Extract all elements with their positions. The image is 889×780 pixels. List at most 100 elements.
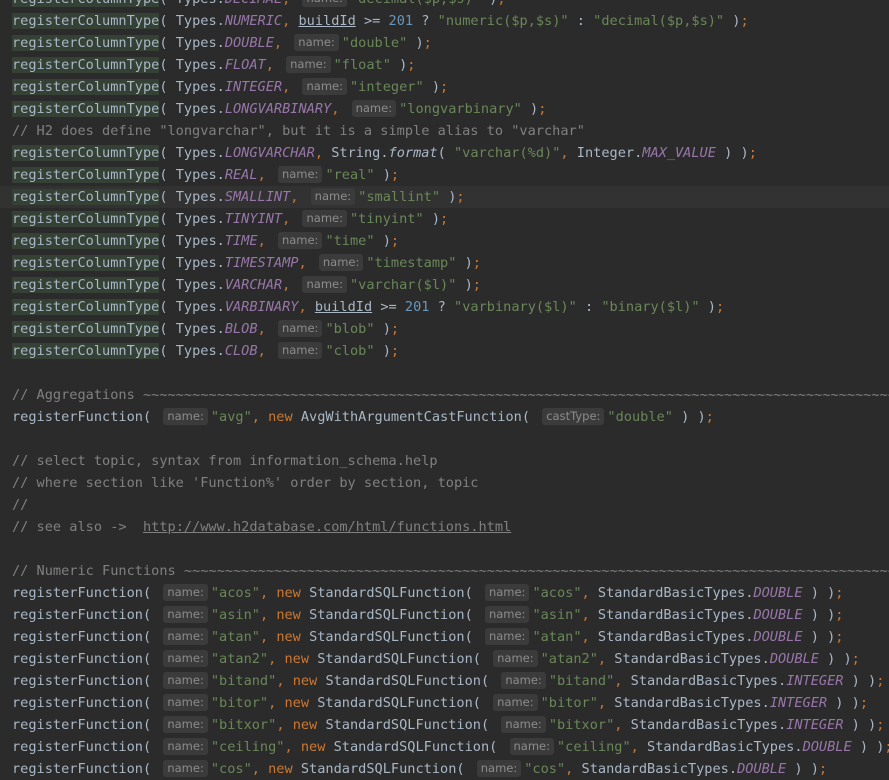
string-literal: "cos": [210, 761, 252, 777]
parenthesis: ): [521, 101, 539, 117]
code-line[interactable]: registerColumnType( Types.NUMERIC, build…: [0, 10, 889, 32]
class-name: Types: [176, 0, 217, 7]
constant-field: DOUBLE: [224, 35, 274, 51]
code-line[interactable]: registerFunction( name: "acos", new Stand…: [0, 582, 889, 604]
string-literal: "numeric($p,$s)": [437, 13, 569, 29]
code-line[interactable]: // where section like 'Function%' order …: [0, 472, 889, 494]
operator: >=: [372, 299, 405, 315]
code-line[interactable]: registerColumnType( Types.BLOB, name: "bl…: [0, 318, 889, 340]
parenthesis: (: [159, 79, 176, 95]
method-name: registerColumnType: [12, 321, 160, 337]
constant-field: DOUBLE: [753, 607, 803, 623]
operator: ?: [429, 299, 455, 315]
method-name: registerFunction: [12, 607, 143, 623]
parameter-hint: name:: [351, 100, 397, 117]
parenthesis: (: [159, 0, 175, 7]
class-name: Types: [175, 189, 217, 205]
constant-field: DOUBLE: [753, 585, 803, 601]
punctuation: ;: [884, 739, 889, 755]
parenthesis: ): [390, 57, 408, 73]
code-editor[interactable]: registerColumnType( Types.DECIMAL, name:…: [0, 0, 889, 780]
code-line[interactable]: registerFunction( name: "bitxor", new Sta…: [0, 714, 889, 736]
parenthesis: ) ): [818, 651, 852, 667]
code-line[interactable]: // H2 does define "longvarchar", but it …: [0, 120, 889, 142]
keyword: new: [300, 739, 334, 755]
code-line[interactable]: // Numeric Functions ~~~~~~~~~~~~~~~~~~~…: [0, 560, 889, 582]
punctuation: ,: [276, 717, 293, 733]
keyword: new: [276, 629, 310, 645]
constant-field: BLOB: [224, 321, 258, 337]
comment: // select topic, syntax from information…: [12, 453, 438, 469]
constant-field: DOUBLE: [753, 629, 803, 645]
code-line[interactable]: // select topic, syntax from information…: [0, 450, 889, 472]
code-line[interactable]: [0, 428, 889, 450]
code-line[interactable]: registerColumnType( Types.CLOB, name: "cl…: [0, 340, 889, 362]
class-name: StandardSQLFunction: [309, 607, 465, 623]
parameter-hint: name:: [484, 628, 530, 645]
constant-field: INTEGER: [224, 79, 283, 95]
parenthesis: (: [159, 35, 176, 51]
code-line[interactable]: // see also -> http://www.h2database.com…: [0, 516, 889, 538]
parenthesis: (: [480, 673, 498, 689]
parenthesis: (: [142, 673, 160, 689]
string-literal: "real": [325, 167, 375, 183]
string-literal: "float": [333, 57, 391, 73]
parenthesis: ): [423, 79, 441, 95]
parenthesis: (: [159, 13, 176, 29]
code-line[interactable]: registerColumnType( Types.TINYINT, name:…: [0, 208, 889, 230]
code-line[interactable]: //: [0, 494, 889, 516]
parameter-hint: name:: [484, 584, 530, 601]
code-line[interactable]: registerFunction( name: "cos", new Standa…: [0, 758, 889, 780]
code-line[interactable]: registerFunction( name: "bitand", new Sta…: [0, 670, 889, 692]
code-line[interactable]: [0, 362, 889, 384]
parenthesis: ): [699, 299, 716, 315]
dot-operator: .: [761, 695, 770, 711]
class-name: Types: [175, 35, 217, 51]
parenthesis: (: [142, 607, 160, 623]
string-literal: "atan": [532, 629, 582, 645]
code-line[interactable]: registerColumnType( Types.REAL, name: "re…: [0, 164, 889, 186]
code-line[interactable]: registerColumnType( Types.FLOAT, name: "f…: [0, 54, 889, 76]
punctuation: ,: [257, 343, 274, 359]
parenthesis: (: [142, 629, 160, 645]
comment: // Numeric Functions ~~~~~~~~~~~~~~~~~~~…: [12, 563, 889, 579]
code-line[interactable]: registerColumnType( Types.DOUBLE, name: "…: [0, 32, 889, 54]
string-literal: "decimal($p,$s)": [350, 0, 481, 7]
code-line[interactable]: registerColumnType( Types.LONGVARCHAR, S…: [0, 142, 889, 164]
method-name: registerColumnType: [12, 211, 160, 227]
code-line[interactable]: registerFunction( name: "atan", new Stand…: [0, 626, 889, 648]
code-line[interactable]: registerColumnType( Types.LONGVARBINARY,…: [0, 98, 889, 120]
code-line[interactable]: [0, 538, 889, 560]
code-line[interactable]: registerFunction( name: "atan2", new Stan…: [0, 648, 889, 670]
parenthesis: (: [159, 299, 176, 315]
code-line[interactable]: registerFunction( name: "ceiling", new St…: [0, 736, 889, 758]
code-line[interactable]: registerColumnType( Types.VARCHAR, name:…: [0, 274, 889, 296]
code-line[interactable]: registerColumnType( Types.TIMESTAMP, nam…: [0, 252, 889, 274]
parenthesis: ) ): [672, 409, 706, 425]
comment-link[interactable]: http://www.h2database.com/html/functions…: [143, 519, 511, 535]
string-literal: "double": [341, 35, 408, 51]
code-line[interactable]: registerFunction( name: "avg", new AvgWit…: [0, 406, 889, 428]
punctuation: ,: [298, 299, 315, 315]
string-literal: "asin": [210, 607, 260, 623]
code-line[interactable]: registerColumnType( Types.VARBINARY, bui…: [0, 296, 889, 318]
class-name: Types: [175, 167, 217, 183]
string-literal: "atan": [210, 629, 260, 645]
code-line[interactable]: registerColumnType( Types.INTEGER, name:…: [0, 76, 889, 98]
parenthesis: (: [142, 651, 160, 667]
parenthesis: ): [724, 13, 741, 29]
punctuation: ;: [390, 343, 400, 359]
code-line[interactable]: registerFunction( name: "bitor", new Stan…: [0, 692, 889, 714]
code-line[interactable]: registerFunction( name: "asin", new Stand…: [0, 604, 889, 626]
method-name: registerFunction: [12, 409, 143, 425]
punctuation: ;: [390, 321, 400, 337]
keyword: new: [284, 651, 318, 667]
punctuation: ,: [265, 57, 283, 73]
parenthesis: (: [437, 145, 454, 161]
code-line[interactable]: // Aggregations ~~~~~~~~~~~~~~~~~~~~~~~~…: [0, 384, 889, 406]
method-name: registerColumnType: [12, 0, 160, 7]
code-line[interactable]: registerColumnType( Types.SMALLINT, name…: [0, 186, 889, 208]
punctuation: ,: [284, 739, 301, 755]
code-line[interactable]: registerColumnType( Types.TIME, name: "ti…: [0, 230, 889, 252]
code-line[interactable]: registerColumnType( Types.DECIMAL, name:…: [0, 0, 889, 10]
